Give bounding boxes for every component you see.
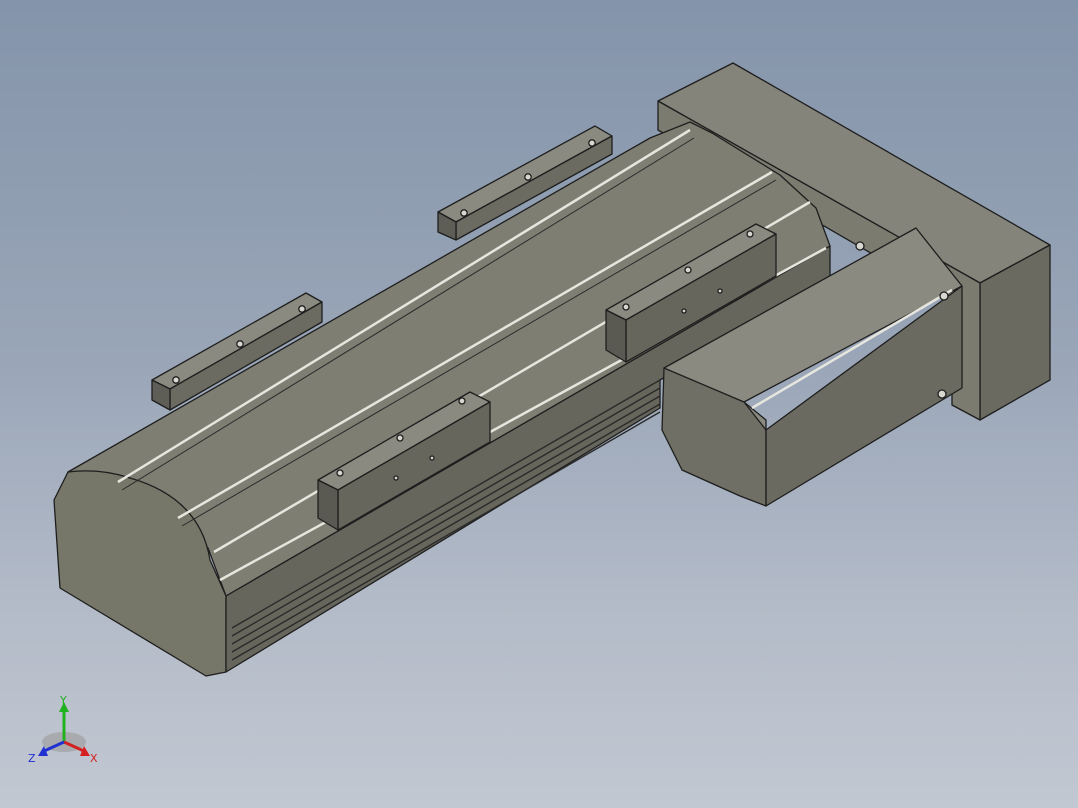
x-axis-label: X <box>90 752 98 765</box>
linear-actuator-model[interactable] <box>0 0 1078 808</box>
z-axis-label: Z <box>28 752 36 765</box>
cad-graphics-viewport[interactable]: Y X Z <box>0 0 1078 808</box>
y-axis-label: Y <box>59 694 67 707</box>
orientation-triad: Y X Z <box>28 694 98 765</box>
